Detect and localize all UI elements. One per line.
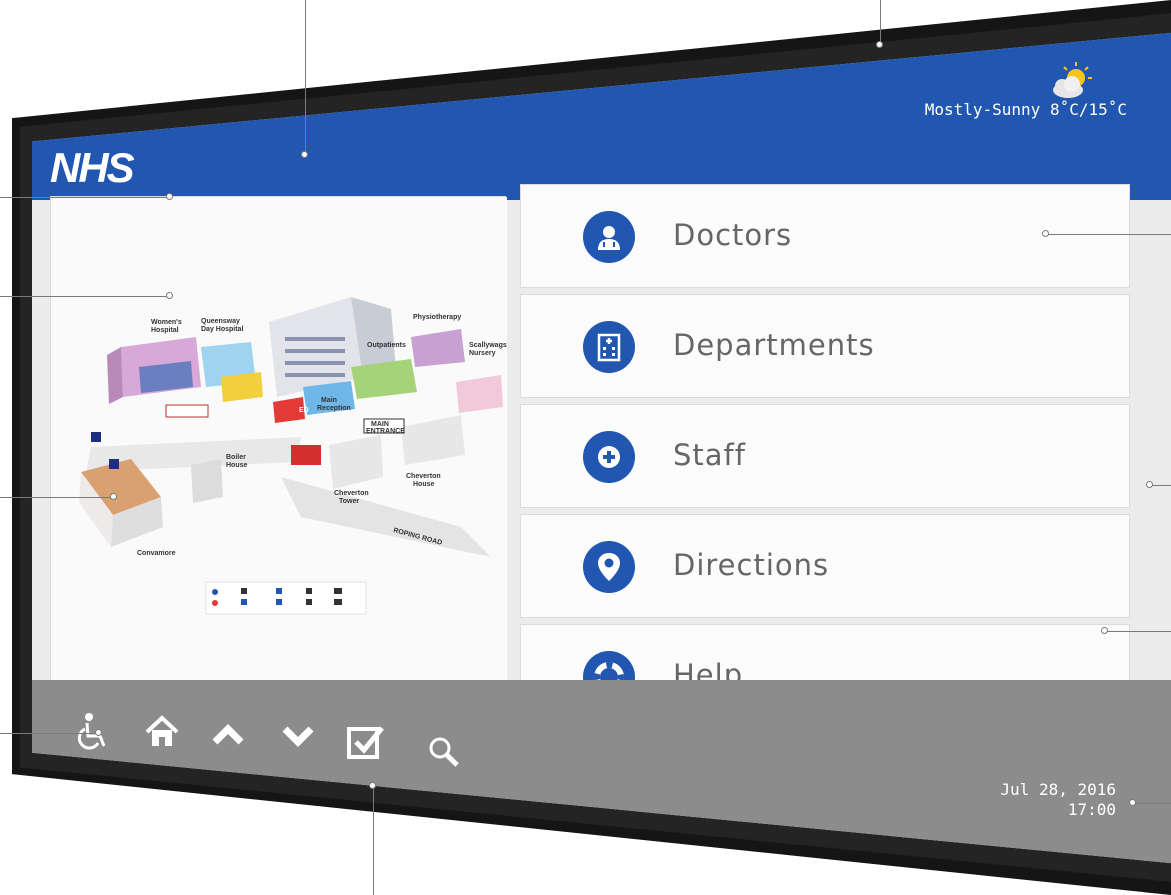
callout-dot <box>166 292 173 299</box>
menu-item-departments[interactable]: Departments <box>520 294 1130 398</box>
map-label-cheverton-tower-2: Tower <box>339 498 359 505</box>
hospital-building-icon <box>583 321 635 373</box>
weather-temperature: 8˚C/15˚C <box>1049 100 1127 119</box>
search-icon <box>429 737 459 767</box>
map-legend <box>205 581 367 615</box>
callout-line <box>1134 803 1171 804</box>
map-label-reception-1: Main <box>321 397 337 404</box>
callout-dot <box>95 729 102 736</box>
map-label-entrance-1: MAIN <box>371 421 389 428</box>
map-label-cheverton-house-2: House <box>413 481 435 488</box>
callout-dot <box>876 41 883 48</box>
map-label-boiler-1: Boiler <box>226 454 246 461</box>
scroll-down-button[interactable] <box>276 714 320 758</box>
medical-cross-icon <box>583 431 635 483</box>
scroll-up-button[interactable] <box>206 712 250 756</box>
chevron-down-icon <box>282 726 314 747</box>
map-building-boiler <box>191 459 223 503</box>
menu-label-staff: Staff <box>673 438 746 472</box>
callout-dot <box>1146 481 1153 488</box>
map-label-scallywags-2: Nursery <box>469 350 496 357</box>
nhs-logo: NHS <box>50 144 135 191</box>
callout-line <box>0 197 170 198</box>
callout-line <box>373 786 374 895</box>
map-label-scallywags-1: Scallywags <box>469 342 507 349</box>
weather-condition: Mostly-Sunny <box>924 100 1041 119</box>
confirm-button[interactable] <box>344 720 388 764</box>
wheelchair-icon <box>77 713 106 750</box>
search-button[interactable] <box>422 730 466 774</box>
callout-dot <box>1101 627 1108 634</box>
map-label-reception-2: Reception <box>317 405 351 412</box>
callout-line <box>1106 631 1171 632</box>
map-label-womens-1: Women's <box>151 319 182 326</box>
doctor-icon <box>583 211 635 263</box>
hospital-map-panel[interactable]: Women's Hospital Queensway Day Hospital … <box>50 196 507 683</box>
checkbox-icon <box>347 726 384 759</box>
map-label-cheverton-house-1: Cheverton <box>406 473 441 480</box>
weather-readout: Mostly-Sunny 8˚C/15˚C <box>925 100 1127 119</box>
map-label-queensway-2: Day Hospital <box>201 326 243 333</box>
accessibility-button[interactable] <box>72 710 116 754</box>
map-label-queensway-1: Queensway <box>201 318 240 325</box>
map-label-convamore: Convamore <box>137 550 176 557</box>
map-label-boiler-2: House <box>226 462 248 469</box>
callout-line <box>0 733 98 734</box>
map-pin-icon <box>583 541 635 593</box>
callout-line <box>0 497 112 498</box>
callout-line <box>0 296 170 297</box>
hospital-map[interactable]: Women's Hospital Queensway Day Hospital … <box>51 197 507 683</box>
map-label-entrance-2: ENTRANCE <box>366 428 405 435</box>
menu-item-directions[interactable]: Directions <box>520 514 1130 618</box>
map-label-outpatients: Outpatients <box>367 342 406 349</box>
map-label-womens-2: Hospital <box>151 327 179 334</box>
callout-dot <box>110 493 117 500</box>
menu-item-doctors[interactable]: Doctors <box>520 184 1130 288</box>
map-label-physiotherapy: Physiotherapy <box>413 314 461 321</box>
callout-dot <box>1129 799 1136 806</box>
menu-label-directions: Directions <box>673 548 830 582</box>
menu-label-departments: Departments <box>673 328 875 362</box>
menu-label-doctors: Doctors <box>673 218 793 252</box>
callout-dot <box>301 151 308 158</box>
callout-line <box>305 0 306 154</box>
chevron-up-icon <box>212 724 244 745</box>
map-building-yellow <box>221 372 263 402</box>
callout-dot <box>166 193 173 200</box>
home-icon <box>145 715 179 746</box>
menu-item-staff[interactable]: Staff <box>520 404 1130 508</box>
map-label-ed: ED <box>299 407 309 414</box>
kiosk-screen: NHS Mostly-Sunny 8˚C/15˚C Women's Hospit… <box>32 32 1171 864</box>
current-time: 17:00 <box>1067 800 1116 819</box>
callout-dot <box>1042 230 1049 237</box>
date-time-display: Jul 28, 2016 17:00 <box>1000 780 1116 820</box>
callout-line <box>1151 485 1171 486</box>
callout-line <box>880 0 881 44</box>
callout-line <box>1047 234 1171 235</box>
home-button[interactable] <box>140 710 184 754</box>
map-label-cheverton-tower-1: Cheverton <box>334 490 369 497</box>
current-date: Jul 28, 2016 <box>1000 780 1116 799</box>
callout-dot <box>369 782 376 789</box>
